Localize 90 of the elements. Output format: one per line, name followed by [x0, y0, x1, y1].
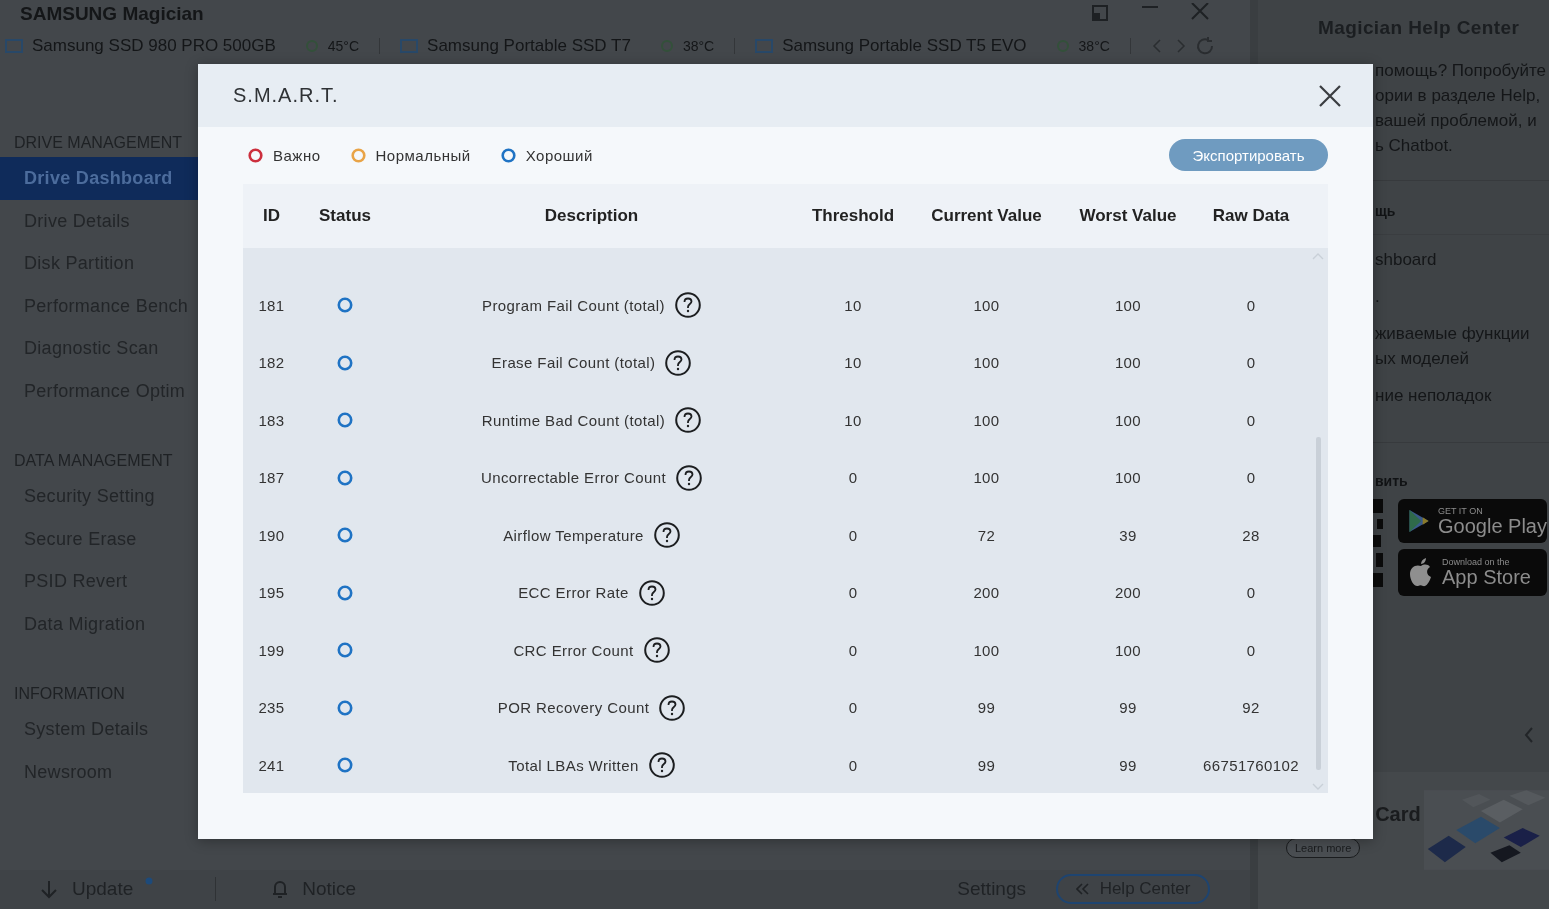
table-cell: 0	[1246, 411, 1256, 429]
table-cell: 0	[1246, 296, 1256, 314]
table-cell: 0	[848, 469, 858, 487]
scrollbar-thumb[interactable]	[1316, 437, 1321, 770]
table-cell: Erase Fail Count (total)	[491, 354, 656, 372]
table-cell: 10	[844, 296, 862, 314]
table-cell: 190	[258, 526, 285, 544]
table-cell: 92	[1242, 699, 1260, 717]
table-cell: 99	[1119, 699, 1137, 717]
table-cell: 199	[258, 641, 285, 659]
drive-icon	[400, 39, 419, 53]
table-cell: 182	[258, 354, 285, 372]
table-cell: 200	[973, 584, 1000, 602]
help-icon[interactable]	[643, 637, 670, 664]
column-header: Description	[543, 206, 640, 226]
table-cell: 100	[973, 411, 1000, 429]
help-icon[interactable]	[648, 752, 675, 779]
table-cell: Total LBAs Written	[508, 756, 639, 774]
table-cell: 100	[973, 469, 1000, 487]
table-cell: 200	[1114, 584, 1142, 602]
notification-dot	[145, 877, 154, 885]
sidebar-item[interactable]: Drive Dashboard	[0, 157, 198, 200]
table-cell: 100	[973, 296, 1000, 314]
table-cell: 0	[848, 584, 858, 602]
column-header: Worst Value	[1078, 206, 1178, 226]
google-play-badge[interactable]: GET IT ON Google Play	[1398, 499, 1547, 543]
bell-icon	[272, 879, 289, 899]
table-cell: POR Recovery Count	[497, 699, 650, 717]
table-cell: 0	[1246, 469, 1256, 487]
table-cell: 0	[1246, 354, 1256, 372]
drive-icon	[5, 39, 23, 53]
export-button[interactable]: Экспортировать	[1169, 139, 1328, 171]
help-icon[interactable]	[675, 292, 701, 319]
table-cell: 100	[1114, 296, 1142, 314]
help-icon[interactable]	[653, 522, 680, 549]
table-cell: 0	[848, 526, 858, 544]
download-icon	[40, 879, 58, 899]
table-cell: 72	[977, 526, 996, 544]
app-store-badge[interactable]: Download on the App Store	[1398, 549, 1547, 596]
table-cell: 100	[973, 354, 1000, 372]
table-cell: 0	[848, 756, 858, 774]
help-link[interactable]: .	[1375, 284, 1380, 309]
table-cell: 66751760102	[1202, 756, 1300, 774]
column-header: Current Value	[930, 206, 1043, 226]
table-cell: 39	[1119, 526, 1137, 544]
table-cell: 0	[848, 641, 858, 659]
table-cell: 10	[844, 411, 862, 429]
double-chevron-icon	[1075, 883, 1090, 895]
column-header: Status	[318, 206, 372, 226]
table-cell: 100	[973, 641, 1000, 659]
apple-icon	[1408, 557, 1434, 588]
table-cell: 235	[258, 699, 285, 717]
table-cell: 183	[258, 411, 285, 429]
table-cell: 187	[258, 469, 285, 487]
help-icon[interactable]	[638, 579, 665, 606]
help-icon[interactable]	[675, 407, 702, 434]
column-header: ID	[262, 206, 281, 226]
table-cell: ECC Error Rate	[518, 584, 629, 602]
table-cell: Uncorrectable Error Count	[480, 469, 667, 487]
table-cell: Airflow Temperature	[503, 526, 644, 544]
drive-icon	[755, 39, 774, 53]
legend-label: Хороший	[525, 146, 593, 164]
table-cell: 100	[1114, 641, 1142, 659]
table-cell: 181	[258, 296, 285, 314]
table-cell: 28	[1242, 526, 1260, 544]
table-cell: 0	[848, 699, 858, 717]
table-cell: 195	[258, 584, 285, 602]
table-cell: 100	[1114, 354, 1142, 372]
table-cell: 0	[1246, 641, 1256, 659]
close-icon[interactable]	[1319, 84, 1341, 107]
table-cell: 100	[1114, 469, 1142, 487]
table-cell: 241	[258, 756, 285, 774]
help-icon[interactable]	[665, 349, 692, 376]
column-header: Raw Data	[1211, 206, 1291, 226]
help-icon[interactable]	[676, 464, 703, 491]
legend-label: Важно	[273, 146, 321, 164]
help-icon[interactable]	[659, 694, 686, 721]
table-cell: 99	[977, 699, 996, 717]
dialog-title: S.M.A.R.T.	[233, 84, 339, 107]
table-cell: 10	[844, 354, 862, 372]
table-cell: 100	[1114, 411, 1142, 429]
table-cell: 99	[977, 756, 996, 774]
column-header: Threshold	[810, 206, 896, 226]
table-cell: Runtime Bad Count (total)	[481, 411, 666, 429]
qr-code-icon	[1373, 499, 1383, 587]
table-cell: 0	[1246, 584, 1256, 602]
table-cell: CRC Error Count	[513, 641, 634, 659]
legend-label: Нормальный	[375, 146, 471, 164]
table-cell: 99	[1119, 756, 1137, 774]
table-cell: Program Fail Count (total)	[482, 296, 665, 314]
